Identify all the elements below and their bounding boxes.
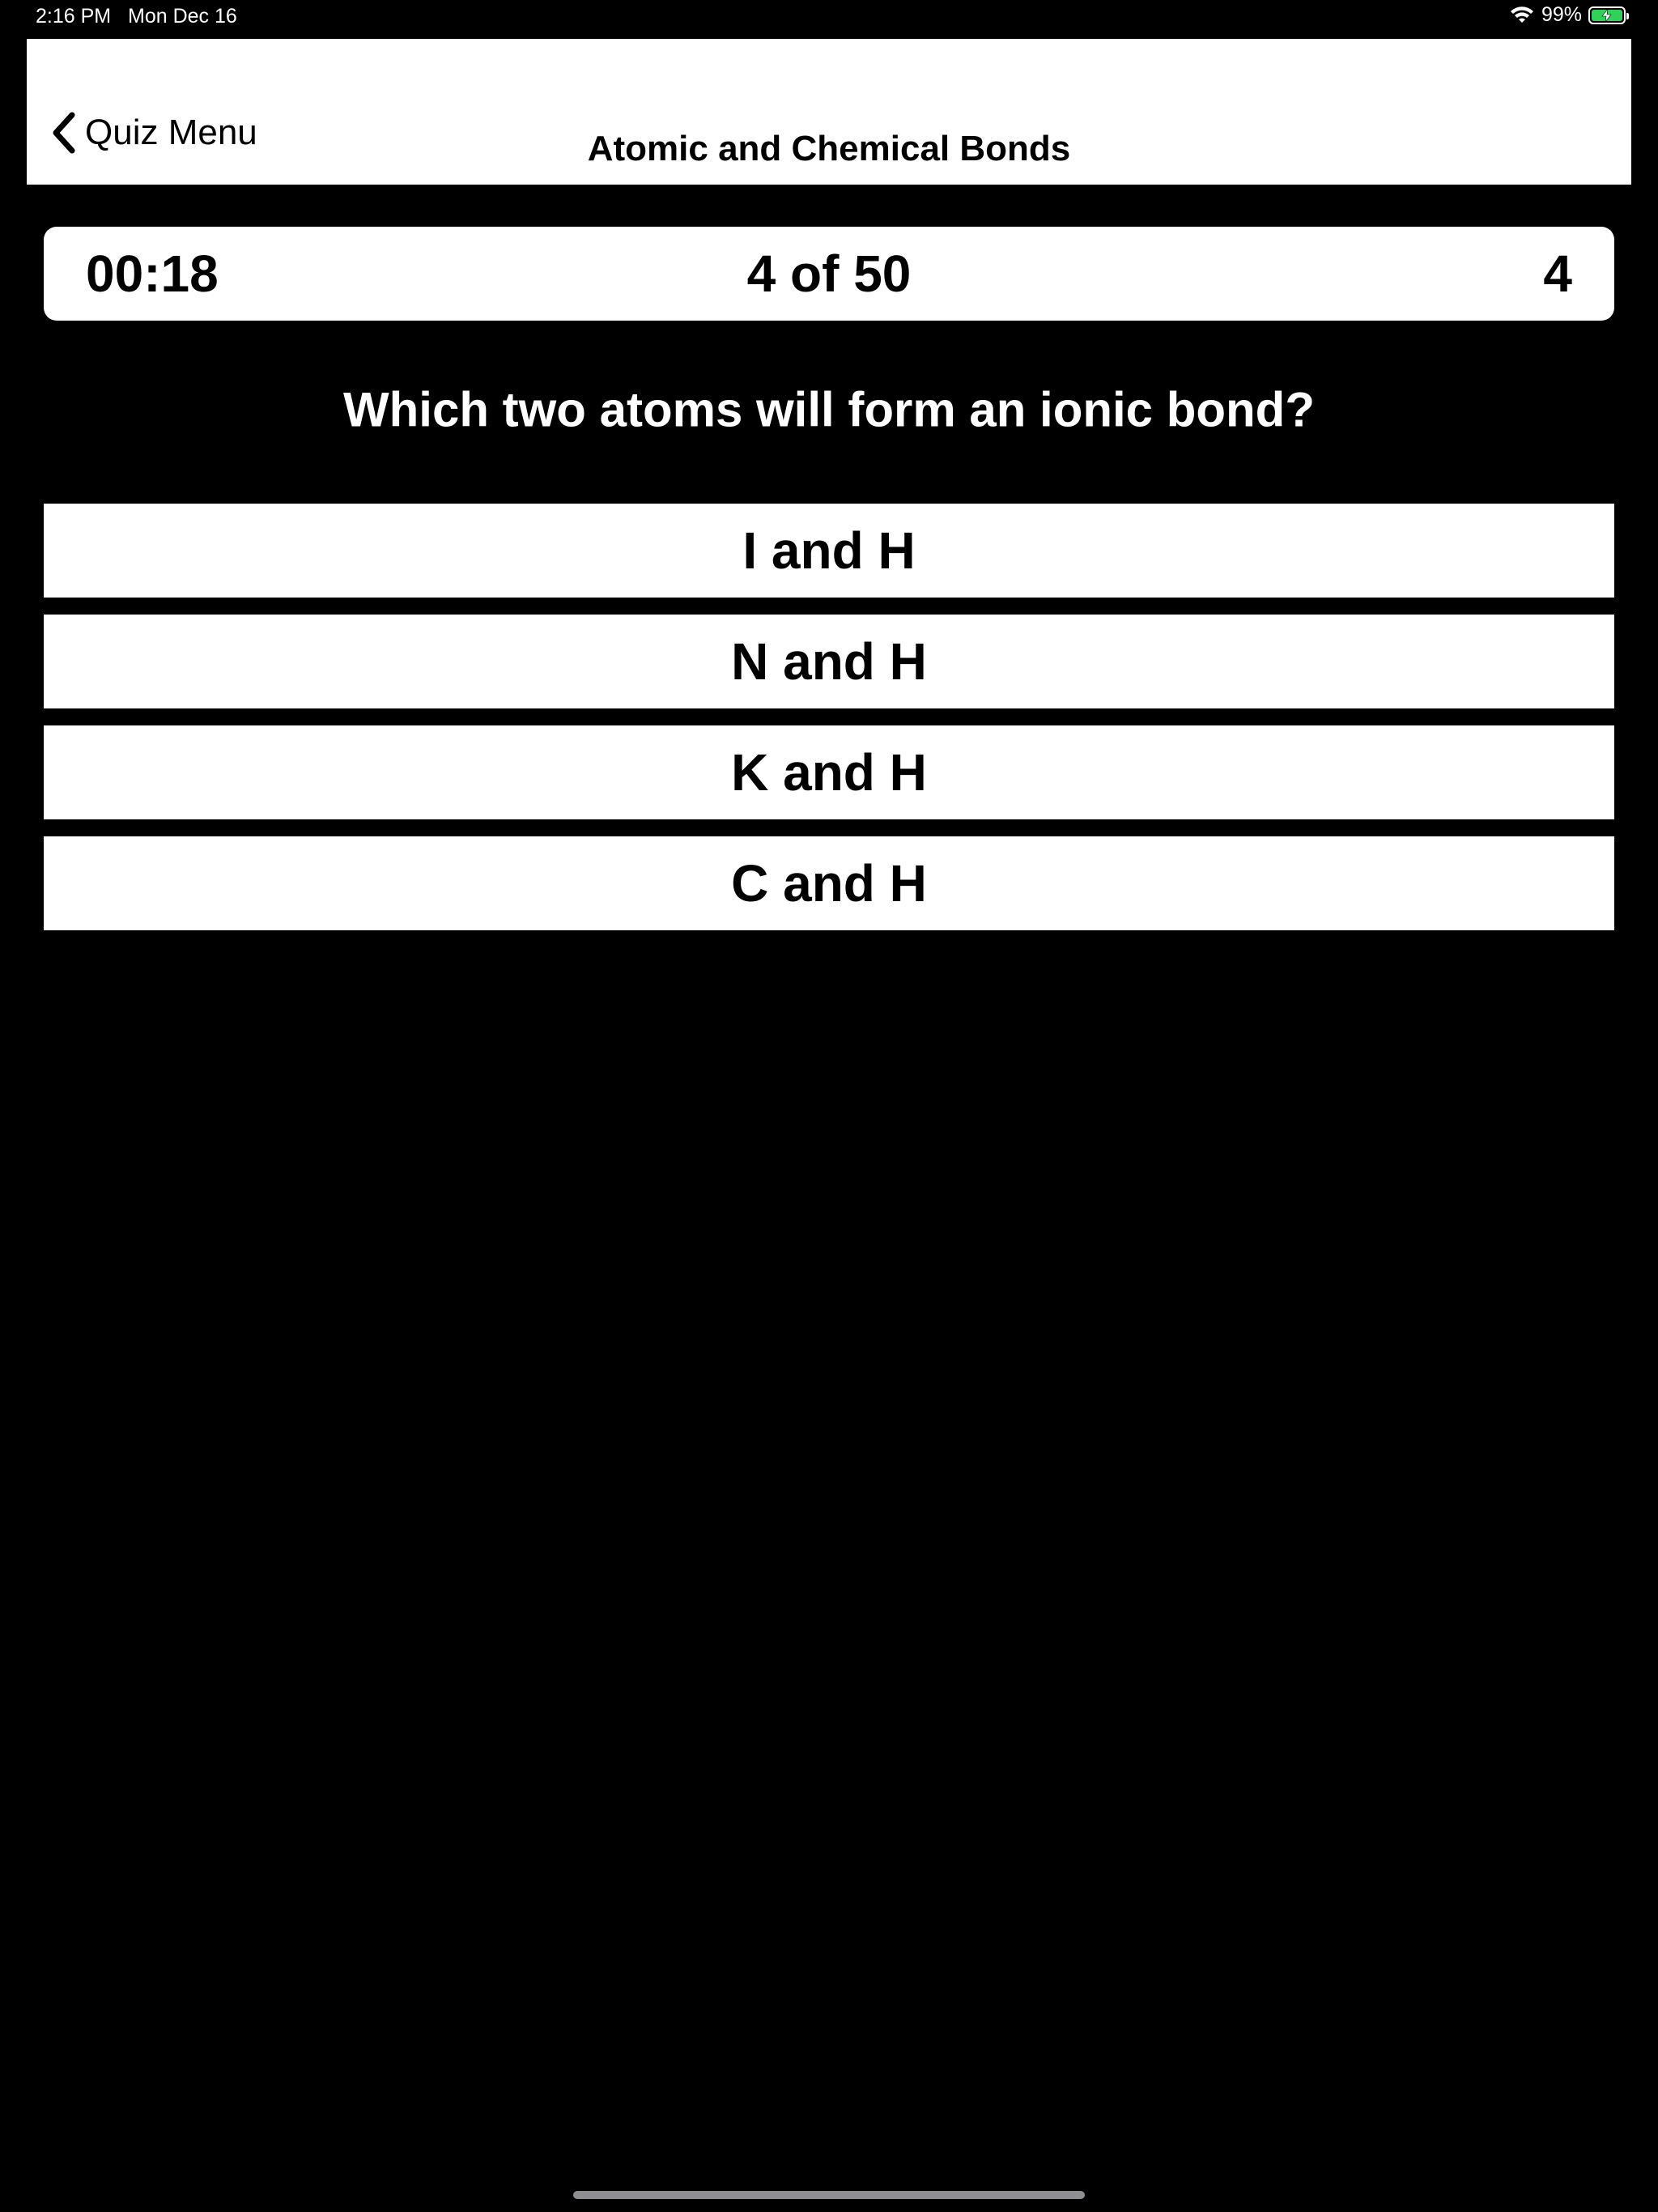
answer-list: I and H N and H K and H C and H (44, 504, 1614, 947)
answer-button[interactable]: I and H (44, 504, 1614, 598)
battery-percent: 99% (1541, 3, 1582, 26)
status-indicators: 99% (1509, 3, 1629, 27)
home-indicator[interactable] (573, 2191, 1085, 2199)
quiz-score: 4 (1543, 245, 1572, 303)
quiz-info-bar: 00:18 4 of 50 4 (44, 227, 1614, 321)
status-bar: 2:16 PM Mon Dec 16 99% (0, 0, 1658, 32)
question-text: Which two atoms will form an ionic bond? (343, 382, 1315, 437)
answer-button[interactable]: N and H (44, 615, 1614, 708)
wifi-icon (1510, 6, 1533, 23)
page-title: Atomic and Chemical Bonds (587, 129, 1071, 168)
question-progress: 4 of 50 (746, 245, 912, 303)
battery-charging-icon (1588, 6, 1629, 24)
charging-bolt-icon (1601, 7, 1612, 23)
answer-button[interactable]: K and H (44, 725, 1614, 819)
navigation-bar: Quiz Menu Atomic and Chemical Bonds (27, 39, 1631, 185)
answer-button[interactable]: C and H (44, 836, 1614, 930)
status-time: 2:16 PM (36, 5, 112, 28)
status-date: Mon Dec 16 (128, 5, 237, 28)
